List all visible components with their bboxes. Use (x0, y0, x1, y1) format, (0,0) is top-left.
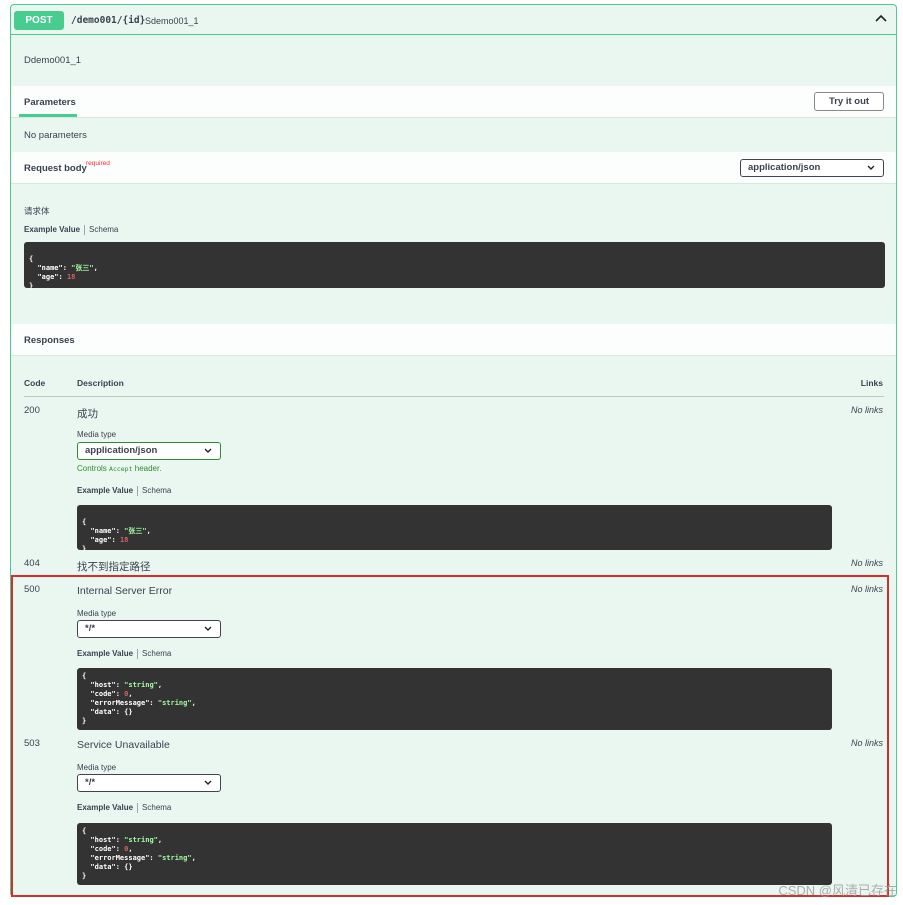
response-description-500: Internal Server Error (77, 585, 173, 597)
response-description-200: 成功 (77, 408, 98, 420)
table-divider (24, 396, 884, 397)
operation-summary[interactable]: POST /demo001/{id} Sdemo001_1 (11, 5, 896, 35)
request-content-type-value: application/json (748, 162, 821, 173)
example-tabs-200: Example Value Schema (77, 486, 171, 496)
responses-title: Responses (24, 335, 75, 346)
example-value-tab[interactable]: Example Value (24, 225, 80, 234)
try-it-out-button[interactable]: Try it out (814, 92, 884, 111)
example-tabs-500: Example Value Schema (77, 649, 171, 659)
response-example-200: { "name": "张三", "age": 18 } (77, 505, 832, 553)
operation-path: /demo001/{id} (71, 15, 146, 26)
request-body-description: 请求体 (24, 206, 50, 216)
no-links-500: No links (850, 584, 883, 594)
request-content-type-select[interactable]: application/json (740, 159, 884, 177)
watermark: CSDN @风清已存在 (778, 883, 897, 898)
media-type-label: Media type (77, 430, 117, 439)
media-type-label: Media type (77, 763, 117, 772)
example-value-tab[interactable]: Example Value (77, 649, 133, 658)
required-badge: required (86, 160, 110, 167)
no-links-200: No links (850, 405, 883, 415)
example-tabs-503: Example Value Schema (77, 803, 171, 813)
no-links-404: No links (850, 558, 883, 568)
chevron-down-icon (204, 448, 212, 453)
media-type-select-200[interactable]: application/json (77, 442, 221, 460)
tab-parameters[interactable]: Parameters (24, 97, 76, 108)
response-code-404: 404 (24, 558, 40, 569)
schema-tab[interactable]: Schema (142, 486, 171, 495)
no-parameters-text: No parameters (24, 130, 87, 141)
response-code-503: 503 (24, 738, 40, 749)
request-body-label: Request body (24, 163, 87, 174)
request-example-code: { "name": "张三", "age": 18 } (24, 242, 885, 290)
chevron-down-icon (204, 626, 212, 631)
response-description-404: 找不到指定路径 (77, 561, 151, 573)
col-links-header: Links (860, 378, 883, 388)
chevron-up-icon[interactable] (874, 12, 888, 26)
schema-tab[interactable]: Schema (142, 803, 171, 812)
controls-accept-note: Controls Accept header. (77, 464, 162, 473)
request-body-header: Request body required application/json (11, 152, 896, 184)
operation-summary-text: Sdemo001_1 (145, 16, 199, 26)
schema-tab[interactable]: Schema (142, 649, 171, 658)
media-type-select-500[interactable]: */* (77, 620, 221, 638)
example-value-tab[interactable]: Example Value (77, 486, 133, 495)
responses-header: Responses (11, 324, 896, 356)
operation-block: POST /demo001/{id} Sdemo001_1 Ddemo001_1… (10, 4, 897, 897)
parameters-header: Parameters Try it out (11, 86, 896, 118)
schema-tab[interactable]: Schema (89, 225, 118, 234)
response-description-503: Service Unavailable (77, 739, 170, 751)
media-type-select-503[interactable]: */* (77, 774, 221, 792)
example-value-tab[interactable]: Example Value (77, 803, 133, 812)
request-example-tabs: Example Value Schema (24, 225, 118, 235)
response-code-500: 500 (24, 584, 40, 595)
response-example-503: { "host": "string", "code": 0, "errorMes… (77, 823, 832, 885)
chevron-down-icon (867, 165, 875, 170)
response-code-200: 200 (24, 405, 40, 416)
chevron-down-icon (204, 780, 212, 785)
media-type-label: Media type (77, 609, 117, 618)
tab-active-indicator (19, 114, 77, 117)
no-links-503: No links (850, 738, 883, 748)
response-example-500: { "host": "string", "code": 0, "errorMes… (77, 668, 832, 730)
col-code-header: Code (24, 378, 46, 388)
operation-description: Ddemo001_1 (24, 55, 82, 66)
col-description-header: Description (77, 378, 124, 388)
method-badge: POST (14, 11, 64, 30)
